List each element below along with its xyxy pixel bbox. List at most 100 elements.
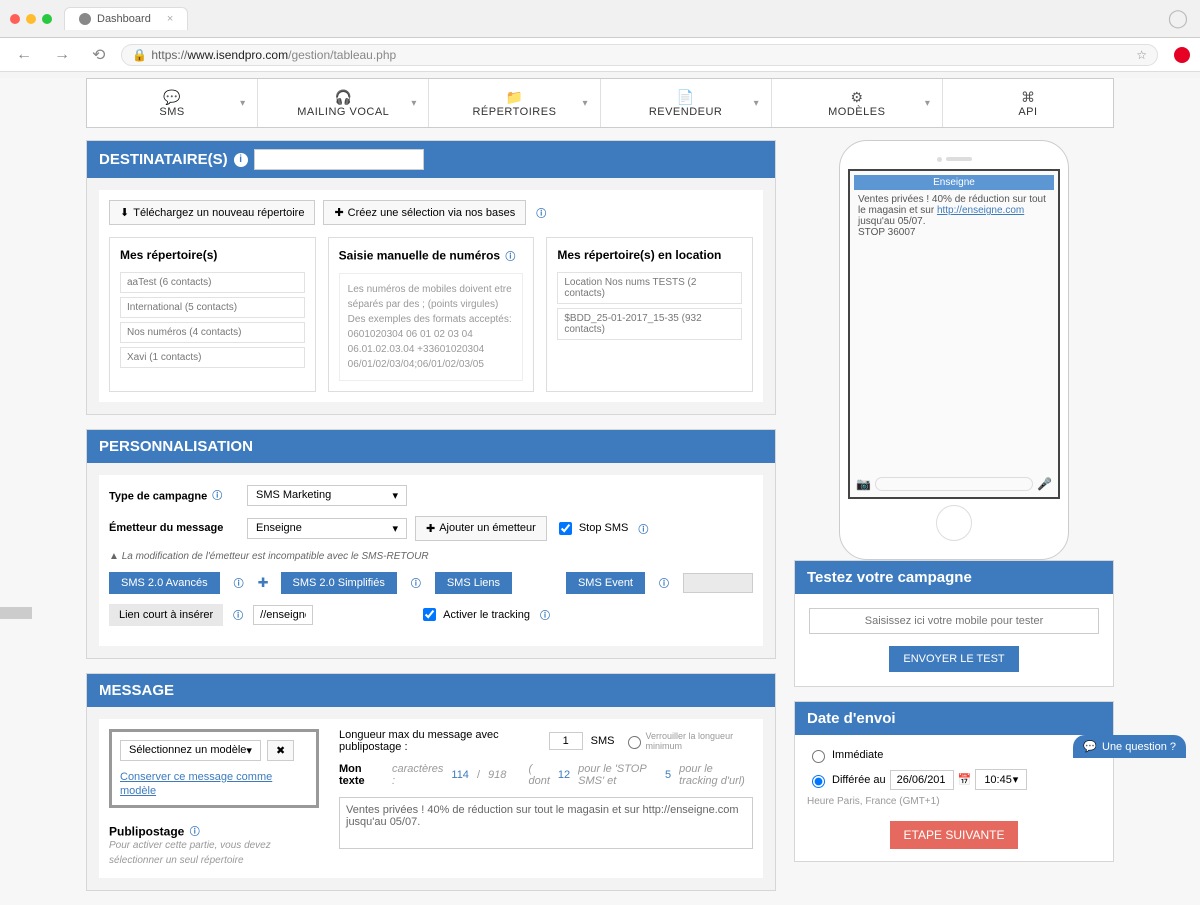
panel-send-date: Date d'envoi Immédiate Différée au 📅 10:… [794,701,1114,862]
panel-title-destinataires: DESTINATAIRE(S) [99,151,228,168]
reload-button[interactable]: ⟲ [86,44,111,66]
save-template-link[interactable]: Conserver ce message comme modèle [120,771,272,797]
decorative-bar [0,607,32,619]
date-input[interactable] [890,770,954,790]
bookmark-icon[interactable]: ☆ [1136,48,1147,62]
immediate-radio[interactable]: Immédiate [807,747,1101,763]
browser-tab[interactable]: Dashboard × [64,7,188,30]
chevron-down-icon: ▾ [925,98,930,109]
model-select[interactable]: Sélectionnez un modèle▾ [120,740,261,761]
chat-widget[interactable]: 💬 Une question ? [1073,735,1186,758]
info-icon[interactable]: ⓘ [657,576,671,590]
download-icon: ⬇ [120,206,129,219]
nav-sms[interactable]: 💬SMS▾ [87,79,258,127]
user-icon[interactable]: ◯ [1168,8,1188,29]
emitter-select[interactable]: Enseigne▾ [247,518,407,539]
nav-api[interactable]: ⌘API [943,79,1113,127]
info-icon[interactable]: ⓘ [409,576,423,590]
nav-revendeur[interactable]: 📄REVENDEUR▾ [601,79,772,127]
repertoire-item[interactable]: International (5 contacts) [120,297,305,318]
panel-title-personnalisation: PERSONNALISATION [99,438,253,455]
info-icon[interactable]: ⓘ [232,576,246,590]
message-textarea[interactable]: Ventes privées ! 40% de réduction sur to… [339,797,753,849]
mac-close-icon[interactable] [10,14,20,24]
speaker-icon [946,157,972,161]
deferred-radio[interactable]: Différée au 📅 10:45▾ [807,769,1101,790]
close-tab-icon[interactable]: × [167,13,173,25]
forward-button[interactable]: → [48,45,76,65]
info-icon[interactable]: i [234,153,248,167]
info-icon[interactable]: ⓘ [534,206,548,220]
info-icon[interactable]: ⓘ [636,521,650,535]
info-icon[interactable]: ⓘ [210,488,224,502]
plus-icon: ✚ [334,206,343,219]
nav-mailing-vocal[interactable]: 🎧MAILING VOCAL▾ [258,79,429,127]
mac-maximize-icon[interactable] [42,14,52,24]
info-icon[interactable]: ⓘ [538,608,552,622]
pinterest-extension-icon[interactable] [1174,47,1190,63]
add-emitter-button[interactable]: ✚Ajouter un émetteur [415,516,547,541]
stop-sms-checkbox[interactable]: Stop SMS [555,519,629,538]
chevron-down-icon: ▾ [240,98,245,109]
manual-entry-column: Saisie manuelle de numéros ⓘ Les numéros… [328,237,535,392]
time-select[interactable]: 10:45▾ [975,769,1027,790]
document-icon: 📄 [677,89,694,106]
sms-link[interactable]: http://enseigne.com [937,205,1024,216]
headset-icon: 🎧 [335,89,352,106]
chat-icon: 💬 [163,89,180,106]
mac-minimize-icon[interactable] [26,14,36,24]
secure-icon: 🔒 [132,48,147,62]
campaign-type-select[interactable]: SMS Marketing▾ [247,485,407,506]
repertoire-item[interactable]: Nos numéros (4 contacts) [120,322,305,343]
lock-min-checkbox[interactable]: Verrouiller la longueur minimum [623,731,753,751]
code-icon: ⌘ [1021,89,1035,106]
home-button-icon [936,505,972,541]
tracking-checkbox[interactable]: Activer le tracking [419,605,530,624]
info-icon[interactable]: ⓘ [188,824,202,838]
send-test-button[interactable]: ENVOYER LE TEST [889,646,1018,672]
next-step-button[interactable]: ETAPE SUIVANTE [890,821,1019,849]
sms-event-input[interactable] [683,573,753,593]
upload-repertoire-button[interactable]: ⬇Téléchargez un nouveau répertoire [109,200,315,225]
sms-simplified-button[interactable]: SMS 2.0 Simplifiés [281,572,397,594]
chevron-down-icon: ▾ [411,98,416,109]
mic-icon: 🎤 [1037,477,1052,491]
repertoire-item[interactable]: Xavi (1 contacts) [120,347,305,368]
back-button[interactable]: ← [10,45,38,65]
sms-links-button[interactable]: SMS Liens [435,572,512,594]
clear-model-button[interactable]: ✖ [267,740,294,761]
repertoire-item[interactable]: aaTest (6 contacts) [120,272,305,293]
panel-test-campaign: Testez votre campagne ENVOYER LE TEST [794,560,1114,687]
country-select[interactable]: France ▾ [254,149,424,170]
repertoire-location-item[interactable]: Location Nos nums TESTS (2 contacts) [557,272,742,304]
max-length-input[interactable] [549,732,583,750]
info-icon[interactable]: ⓘ [503,248,517,262]
browser-tab-bar: Dashboard × ◯ [0,0,1200,38]
sms-event-button[interactable]: SMS Event [566,572,645,594]
sms-header: Enseigne [854,175,1054,190]
chevron-down-icon: ▾ [246,744,252,757]
sms-advanced-button[interactable]: SMS 2.0 Avancés [109,572,220,594]
plus-icon: ✚ [426,522,435,535]
calendar-icon[interactable]: 📅 [958,773,972,786]
panel-title-test: Testez votre campagne [795,561,1113,594]
short-link-input[interactable] [253,605,313,625]
create-selection-button[interactable]: ✚Créez une sélection via nos bases [323,200,526,225]
info-icon[interactable]: ⓘ [231,608,245,622]
chevron-down-icon: ▾ [1013,773,1019,786]
chevron-down-icon: ▾ [582,98,587,109]
location-repertoires-column: Mes répertoire(s) en location Location N… [546,237,753,392]
panel-personnalisation: PERSONNALISATION Type de campagne ⓘ SMS … [86,429,776,659]
template-callout: Sélectionnez un modèle▾ ✖ Conserver ce m… [109,729,319,808]
chevron-down-icon: ▾ [392,522,398,535]
my-repertoires-column: Mes répertoire(s) aaTest (6 contacts) In… [109,237,316,392]
chat-icon: 💬 [1083,740,1097,753]
test-mobile-input[interactable] [809,608,1099,634]
nav-repertoires[interactable]: 📁RÉPERTOIRES▾ [429,79,600,127]
plus-icon[interactable]: ✚ [258,575,269,591]
nav-modeles[interactable]: ⚙MODÈLES▾ [772,79,943,127]
repertoire-location-item[interactable]: $BDD_25-01-2017_15-35 (932 contacts) [557,308,742,340]
chevron-down-icon: ▾ [754,98,759,109]
phone-preview: Enseigne Ventes privées ! 40% de réducti… [839,140,1069,560]
url-bar[interactable]: 🔒 https:// www.isendpro.com /gestion/tab… [121,44,1158,66]
